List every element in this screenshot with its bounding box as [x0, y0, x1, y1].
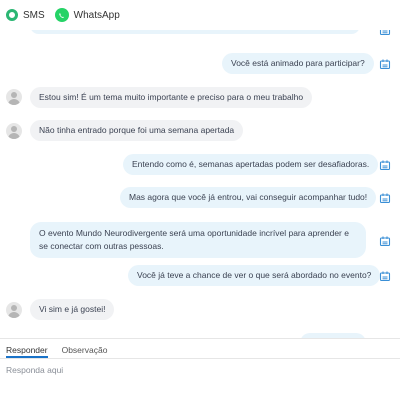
- composer-tabs: Responder Observação: [0, 339, 400, 359]
- composer: Responder Observação: [0, 338, 400, 400]
- robot-calendar-icon: [379, 271, 391, 282]
- robot-calendar-icon: [379, 160, 391, 171]
- user-avatar-icon: [6, 123, 22, 139]
- tab-note[interactable]: Observação: [62, 345, 108, 358]
- message-incoming: Vi sim e já gostei!: [30, 299, 115, 320]
- channel-selector: SMS WhatsApp: [0, 0, 400, 30]
- channel-sms[interactable]: SMS: [6, 9, 45, 21]
- radio-selected-icon[interactable]: [6, 9, 18, 21]
- robot-calendar-icon: [379, 193, 391, 204]
- message-outgoing: Você está animado para participar?: [222, 53, 374, 74]
- message-outgoing: Entendo como é, semanas apertadas podem …: [123, 154, 379, 175]
- message-outgoing: Mas agora que você já entrou, vai conseg…: [120, 187, 377, 208]
- robot-calendar-icon: [379, 236, 391, 247]
- message-incoming: Não tinha entrado porque foi uma semana …: [30, 120, 244, 141]
- user-avatar-icon: [6, 302, 22, 318]
- message-outgoing: O evento Mundo Neurodivergente será uma …: [30, 222, 366, 258]
- message-outgoing: Você já teve a chance de ver o que será …: [128, 265, 381, 286]
- chat-thread[interactable]: Superdotação. Você está animado para par…: [0, 20, 400, 338]
- tab-reply[interactable]: Responder: [6, 345, 48, 358]
- channel-sms-label: SMS: [23, 9, 45, 21]
- whatsapp-icon[interactable]: [54, 8, 69, 22]
- channel-whatsapp[interactable]: WhatsApp: [54, 8, 120, 22]
- user-avatar-icon: [6, 89, 22, 105]
- channel-whatsapp-label: WhatsApp: [73, 9, 120, 21]
- reply-input[interactable]: [6, 365, 396, 375]
- message-incoming: Estou sim! É um tema muito importante e …: [30, 87, 313, 108]
- robot-calendar-icon: [379, 59, 391, 70]
